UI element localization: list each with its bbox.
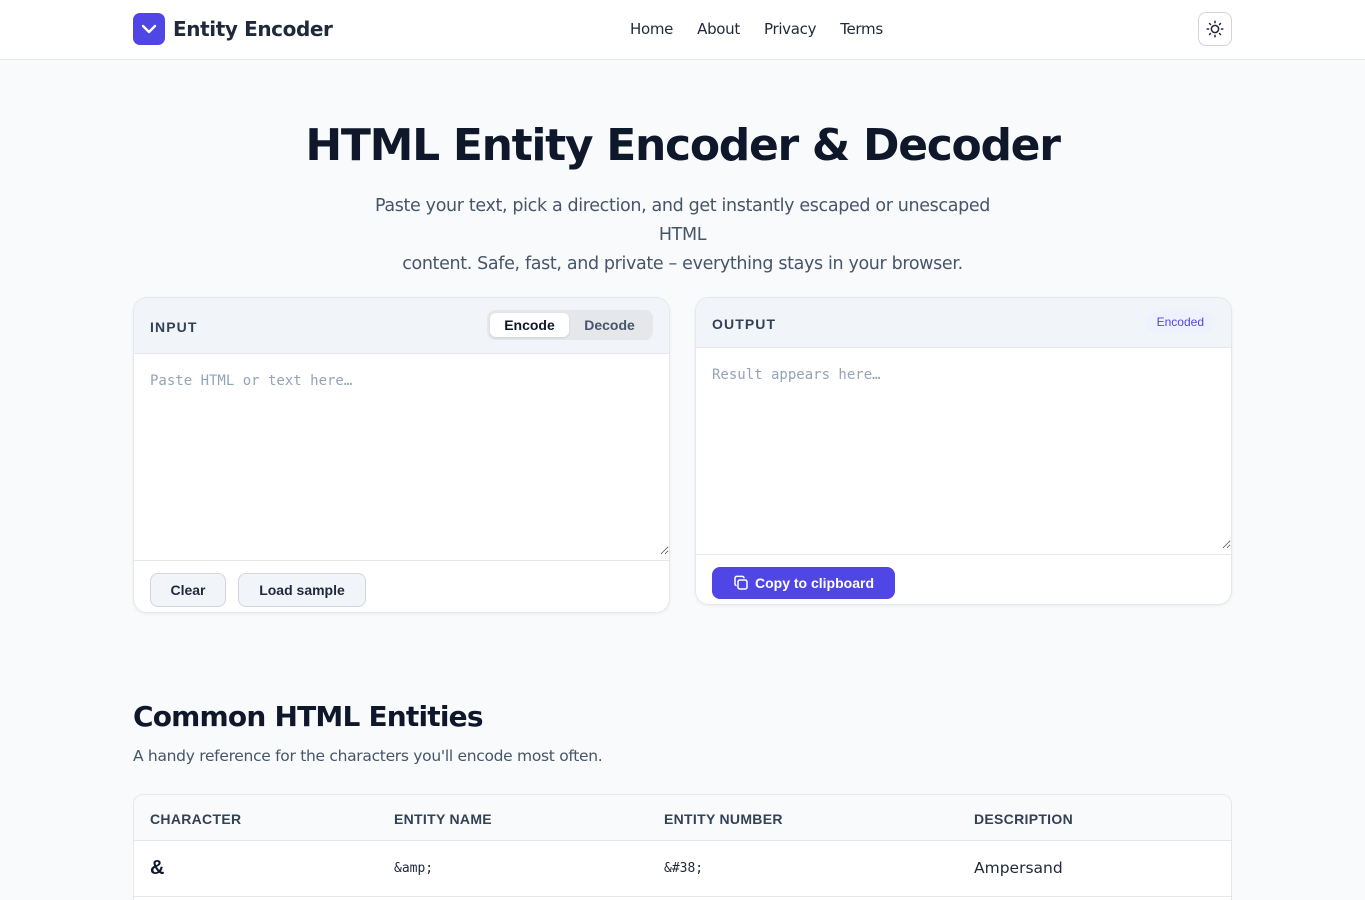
column-header-entity-number: ENTITY NUMBER xyxy=(664,811,783,827)
output-panel-footer: Copy to clipboard xyxy=(696,554,1231,604)
input-panel-footer: Clear Load sample xyxy=(134,560,669,612)
reference-subtitle: A handy reference for the characters you… xyxy=(133,747,603,765)
column-header-description: DESCRIPTION xyxy=(974,811,1073,827)
column-header-character: CHARACTER xyxy=(150,811,242,827)
table-row: & &amp; &#38; Ampersand xyxy=(134,841,1231,897)
subtitle-line-2: content. Safe, fast, and private – every… xyxy=(402,254,963,274)
page-subtitle: Paste your text, pick a direction, and g… xyxy=(352,192,1013,279)
output-panel-header: OUTPUT Encoded xyxy=(696,298,1231,348)
nav-link-privacy[interactable]: Privacy xyxy=(764,20,817,38)
subtitle-line-1: Paste your text, pick a direction, and g… xyxy=(374,196,991,245)
column-header-entity-name: ENTITY NAME xyxy=(394,811,492,827)
output-label: OUTPUT xyxy=(712,316,777,332)
table-header: CHARACTER ENTITY NAME ENTITY NUMBER DESC… xyxy=(134,795,1231,841)
theme-toggle-button[interactable] xyxy=(1198,12,1232,46)
page-title: HTML Entity Encoder & Decoder xyxy=(305,120,1061,171)
input-textarea[interactable] xyxy=(134,354,669,555)
input-panel: INPUT Encode Decode Clear Load sample xyxy=(133,297,670,613)
output-panel: OUTPUT Encoded Copy to clipboard xyxy=(695,297,1232,605)
nav-link-about[interactable]: About xyxy=(697,20,740,38)
decode-mode-button[interactable]: Decode xyxy=(569,313,650,337)
cell-character: & xyxy=(150,857,165,879)
brand-name: Entity Encoder xyxy=(173,17,333,41)
copy-button-label: Copy to clipboard xyxy=(755,575,874,591)
cell-description: Ampersand xyxy=(974,859,1063,877)
top-navbar: Entity Encoder Home About Privacy Terms xyxy=(0,0,1365,60)
encode-mode-button[interactable]: Encode xyxy=(490,313,569,337)
encoded-badge: Encoded xyxy=(1145,311,1215,333)
clear-button[interactable]: Clear xyxy=(150,573,226,607)
copy-to-clipboard-button[interactable]: Copy to clipboard xyxy=(712,567,895,599)
sun-icon xyxy=(1206,20,1224,38)
nav-link-terms[interactable]: Terms xyxy=(840,20,883,38)
entities-table: CHARACTER ENTITY NAME ENTITY NUMBER DESC… xyxy=(133,794,1232,900)
brand[interactable]: Entity Encoder xyxy=(133,13,333,45)
input-panel-header: INPUT Encode Decode xyxy=(134,298,669,354)
input-label: INPUT xyxy=(150,319,198,335)
load-sample-button[interactable]: Load sample xyxy=(238,573,366,607)
chevron-down-logo-icon xyxy=(133,13,165,45)
reference-title: Common HTML Entities xyxy=(133,700,484,733)
nav-link-home[interactable]: Home xyxy=(630,20,673,38)
output-textarea[interactable] xyxy=(696,348,1231,549)
copy-icon xyxy=(734,575,748,590)
cell-entity-number: &#38; xyxy=(664,861,704,876)
mode-toggle: Encode Decode xyxy=(487,310,653,340)
main-nav: Home About Privacy Terms xyxy=(630,20,883,38)
cell-entity-name: &amp; xyxy=(394,861,434,876)
